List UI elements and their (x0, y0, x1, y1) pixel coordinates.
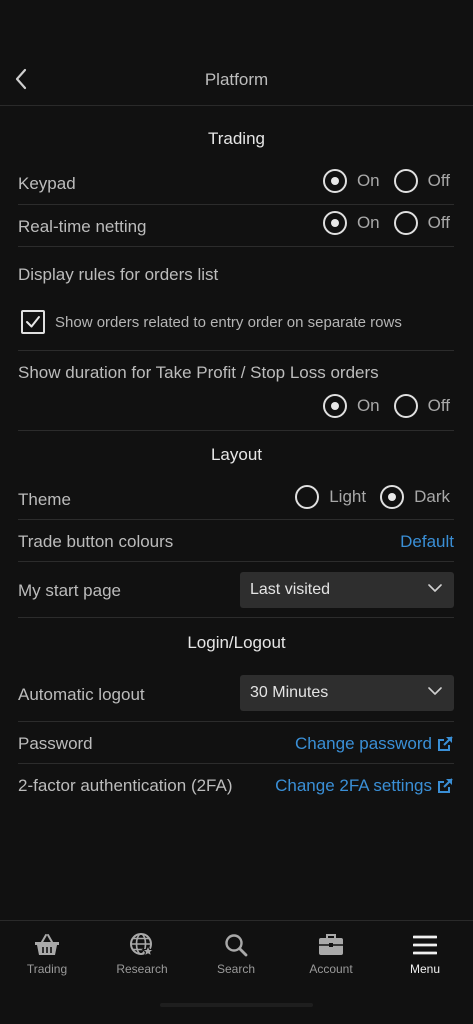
tab-account[interactable]: Account (284, 931, 378, 976)
tab-account-label: Account (309, 962, 353, 976)
trade-colours-row: Trade button colours Default (18, 520, 454, 562)
top-bar: Platform (0, 56, 473, 106)
basket-icon (35, 934, 59, 955)
duration-off-option[interactable]: Off (393, 394, 450, 418)
start-page-row: My start page Last visited (18, 562, 454, 618)
globe-star-icon (130, 933, 155, 957)
theme-dark-label: Dark (414, 487, 450, 506)
change-password-link[interactable]: Change password (295, 734, 454, 754)
display-rules-row: Display rules for orders list Show order… (18, 247, 454, 351)
auto-logout-value: 30 Minutes (250, 684, 329, 701)
theme-light-option[interactable]: Light (295, 485, 366, 509)
tab-trading[interactable]: Trading (0, 931, 94, 976)
external-link-icon (438, 778, 453, 793)
tab-menu-label: Menu (409, 962, 441, 976)
radio-selected-icon[interactable] (322, 211, 347, 235)
keypad-off-label: Off (427, 171, 450, 190)
tab-search[interactable]: Search (189, 931, 283, 976)
duration-label: Show duration for Take Profit / Stop Los… (18, 363, 379, 382)
duration-off-label: Off (427, 396, 450, 415)
netting-on-option[interactable]: On (322, 211, 380, 235)
tab-research-label: Research (116, 962, 168, 976)
display-rules-label: Display rules for orders list (18, 265, 219, 284)
netting-label: Real-time netting (18, 217, 147, 236)
radio-selected-icon[interactable] (322, 169, 347, 193)
radio-selected-icon[interactable] (322, 394, 347, 418)
radio-unselected-icon[interactable] (393, 169, 418, 193)
tab-search-label: Search (216, 962, 256, 976)
chevron-down-icon (428, 687, 442, 695)
radio-unselected-icon[interactable] (295, 485, 320, 509)
tab-research[interactable]: Research (95, 931, 189, 976)
netting-off-label: Off (427, 213, 450, 232)
netting-on-label: On (356, 213, 380, 232)
tab-trading-label: Trading (26, 962, 68, 976)
trade-colours-default-link[interactable]: Default (400, 532, 454, 552)
start-page-label: My start page (18, 581, 121, 600)
theme-light-label: Light (329, 487, 367, 506)
duration-on-option[interactable]: On (322, 394, 380, 418)
start-page-select[interactable]: Last visited (240, 572, 454, 608)
netting-off-option[interactable]: Off (393, 211, 450, 235)
auto-logout-row: Automatic logout 30 Minutes (18, 665, 454, 722)
duration-on-label: On (356, 396, 380, 415)
start-page-value: Last visited (250, 581, 331, 598)
section-title-layout: Layout (210, 445, 263, 464)
briefcase-icon (319, 934, 343, 955)
theme-label: Theme (18, 490, 71, 509)
duration-radio-group: On Off (309, 394, 450, 418)
radio-unselected-icon[interactable] (393, 211, 418, 235)
duration-row: Show duration for Take Profit / Stop Los… (18, 351, 454, 431)
auto-logout-select[interactable]: 30 Minutes (240, 675, 454, 711)
keypad-radio-group: On Off (309, 169, 450, 193)
external-link-icon (438, 736, 453, 751)
home-indicator (160, 1003, 313, 1007)
keypad-on-option[interactable]: On (322, 169, 380, 193)
trade-colours-label: Trade button colours (18, 532, 174, 551)
separate-rows-label: Show orders related to entry order on se… (55, 314, 402, 331)
keypad-row: Keypad On Off (18, 160, 454, 205)
change-2fa-link[interactable]: Change 2FA settings (275, 776, 454, 796)
radio-unselected-icon[interactable] (393, 394, 418, 418)
keypad-label: Keypad (18, 174, 76, 193)
chevron-down-icon (428, 584, 442, 592)
password-row: Password Change password (18, 722, 454, 764)
theme-dark-option[interactable]: Dark (380, 485, 450, 509)
netting-radio-group: On Off (309, 211, 450, 235)
twofa-label: 2-factor authentication (2FA) (18, 776, 233, 795)
hamburger-menu-icon (413, 935, 437, 955)
keypad-off-option[interactable]: Off (393, 169, 450, 193)
auto-logout-label: Automatic logout (18, 685, 145, 704)
password-label: Password (18, 734, 93, 753)
page-title: Platform (204, 70, 269, 89)
twofa-row: 2-factor authentication (2FA) Change 2FA… (18, 764, 454, 806)
theme-radio-group: Light Dark (281, 485, 450, 509)
tab-menu[interactable]: Menu (378, 931, 472, 976)
theme-row: Theme Light Dark (18, 475, 454, 520)
section-title-trading: Trading (207, 129, 265, 148)
separate-rows-checkbox[interactable] (21, 310, 45, 334)
change-password-text: Change password (294, 734, 432, 753)
section-title-login: Login/Logout (187, 633, 286, 652)
bottom-tab-bar: Trading Research Search Account Menu (0, 920, 473, 1024)
netting-row: Real-time netting On Off (18, 205, 454, 247)
radio-selected-icon[interactable] (380, 485, 405, 509)
search-icon (225, 934, 248, 957)
checkmark-icon (26, 316, 40, 328)
change-2fa-text: Change 2FA settings (275, 776, 432, 795)
keypad-on-label: On (356, 171, 380, 190)
